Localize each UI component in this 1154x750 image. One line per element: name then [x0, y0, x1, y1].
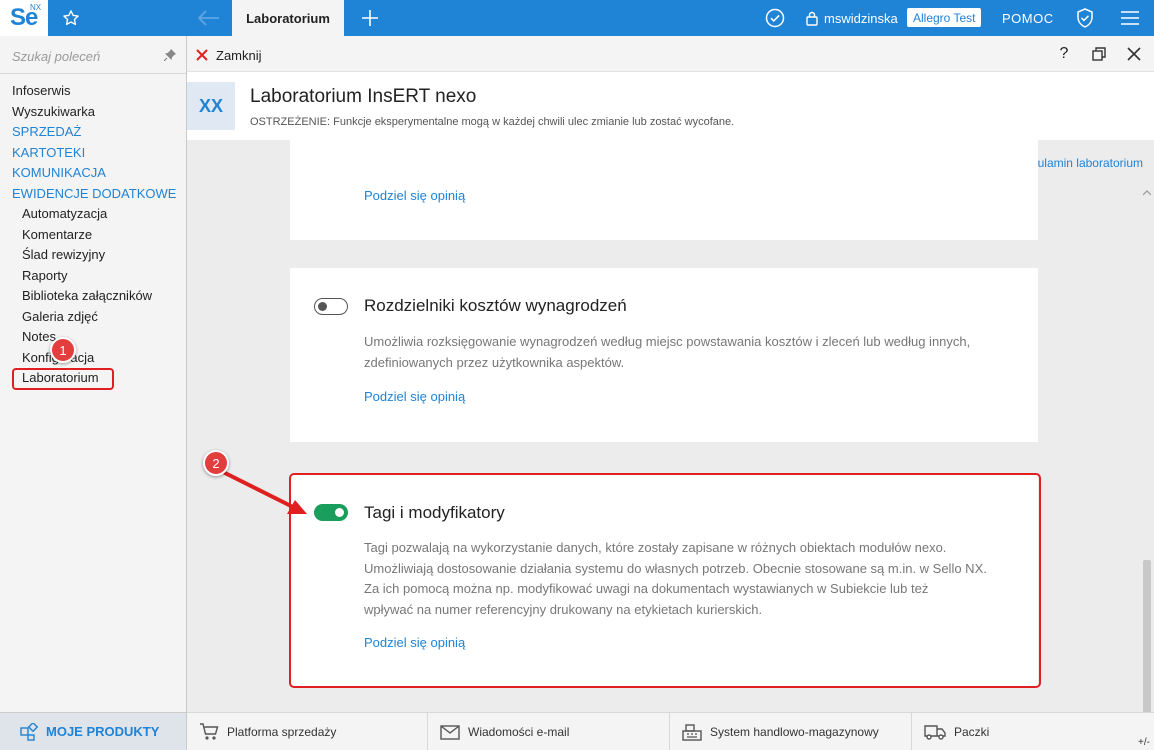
hamburger-menu-icon[interactable] — [1116, 0, 1144, 36]
sidebar-item-infoserwis[interactable]: Infoserwis — [0, 81, 186, 102]
sidebar-section-ewidencje[interactable]: EWIDENCJE DODATKOWE — [0, 184, 186, 205]
main-panel: Zamknij ? XX Laboratorium InsERT nexo OS… — [187, 36, 1154, 750]
sidebar-item-slad-rewizyjny[interactable]: Ślad rewizyjny — [0, 245, 186, 266]
feedback-link[interactable]: Podziel się opinią — [364, 188, 465, 203]
new-tab-plus-icon[interactable] — [356, 0, 384, 36]
cart-icon — [200, 723, 219, 740]
feature-title: Rozdzielniki kosztów wynagrodzeń — [364, 296, 627, 315]
sidebar-nav: Infoserwis Wyszukiwarka SPRZEDAŻ KARTOTE… — [0, 81, 186, 390]
feature-description: Umożliwia rozksięgowanie wynagrodzeń wed… — [364, 332, 1024, 373]
sidebar-item-laboratorium[interactable]: Laboratorium — [0, 368, 186, 390]
sidebar-item-biblioteka[interactable]: Biblioteka załączników — [0, 286, 186, 307]
step-marker-1: 1 — [50, 337, 76, 363]
product-label: Paczki — [954, 725, 990, 739]
product-handlowo-magazynowy[interactable]: System handlowo-magazynowy — [670, 713, 912, 750]
window-toolbar: Zamknij ? — [187, 36, 1154, 72]
truck-icon — [924, 725, 946, 740]
app-logo[interactable]: Se NX — [0, 0, 48, 36]
help-menu[interactable]: POMOC — [1002, 0, 1054, 36]
feature-card-top: Podziel się opinią — [290, 140, 1038, 240]
sidebar-item-raporty[interactable]: Raporty — [0, 266, 186, 287]
sidebar-item-galeria[interactable]: Galeria zdjęć — [0, 307, 186, 328]
product-label: System handlowo-magazynowy — [710, 725, 879, 739]
product-paczki[interactable]: Paczki — [912, 713, 1148, 750]
selection-highlight — [12, 368, 114, 390]
sidebar-item-automatyzacja[interactable]: Automatyzacja — [0, 204, 186, 225]
tab-laboratorium[interactable]: Laboratorium — [232, 0, 344, 36]
feature-card-costs: Rozdzielniki kosztów wynagrodzeń Umożliw… — [290, 268, 1038, 442]
product-platforma[interactable]: Platforma sprzedaży — [187, 713, 428, 750]
help-button[interactable]: ? — [1049, 36, 1079, 72]
sidebar-item-notes[interactable]: Notes — [0, 327, 186, 348]
product-email[interactable]: Wiadomości e-mail — [428, 713, 670, 750]
page-warning: OSTRZEŻENIE: Funkcje eksperymentalne mog… — [250, 116, 735, 128]
content-scrollbar[interactable] — [1140, 180, 1154, 712]
step-marker-2: 2 — [203, 450, 229, 476]
top-bar: Se NX Laboratorium mswidzinska Allegro T… — [0, 0, 1154, 36]
my-products-label: MOJE PRODUKTY — [46, 724, 160, 739]
sidebar-section-sprzedaz[interactable]: SPRZEDAŻ — [0, 122, 186, 143]
logo-superscript: NX — [30, 3, 42, 12]
cash-register-icon — [682, 724, 702, 741]
puzzle-icon — [20, 723, 38, 741]
check-circle-icon[interactable] — [762, 0, 788, 36]
card-highlight — [289, 473, 1041, 688]
user-account[interactable]: mswidzinska — [806, 0, 898, 36]
close-x-icon[interactable] — [196, 49, 208, 64]
toggle-knob — [318, 301, 327, 311]
favorites-star-icon[interactable] — [56, 0, 86, 36]
command-search[interactable]: Szukaj poleceń — [0, 36, 186, 74]
lab-content: Regulamin laboratorium Podziel się opini… — [187, 140, 1154, 712]
product-label: Platforma sprzedaży — [227, 725, 337, 739]
environment-badge: Allegro Test — [907, 8, 982, 27]
search-input[interactable]: Szukaj poleceń — [12, 49, 100, 64]
scroll-up-icon[interactable] — [1143, 190, 1151, 196]
shield-icon[interactable] — [1072, 0, 1098, 36]
products-bar: Platforma sprzedaży Wiadomości e-mail Sy… — [187, 712, 1154, 750]
my-products-button[interactable]: MOJE PRODUKTY — [0, 712, 186, 750]
sidebar: Szukaj poleceń Infoserwis Wyszukiwarka S… — [0, 36, 187, 750]
sidebar-item-komentarze[interactable]: Komentarze — [0, 225, 186, 246]
close-button[interactable]: Zamknij — [216, 48, 262, 63]
lock-icon — [806, 11, 818, 26]
desc-line: Umożliwia rozksięgowanie wynagrodzeń wed… — [364, 334, 971, 349]
restore-window-icon[interactable] — [1084, 36, 1114, 72]
plus-minus-toggle[interactable]: +/- — [1138, 737, 1150, 748]
pin-icon[interactable] — [163, 49, 176, 64]
page-title: Laboratorium InsERT nexo — [250, 86, 477, 107]
module-icon: XX — [187, 82, 235, 130]
sidebar-section-komunikacja[interactable]: KOMUNIKACJA — [0, 163, 186, 184]
mail-icon — [440, 724, 460, 740]
feedback-link[interactable]: Podziel się opinią — [364, 389, 465, 404]
feature-toggle-costs[interactable] — [314, 298, 348, 315]
sidebar-item-konfiguracja[interactable]: Konfiguracja — [0, 348, 186, 369]
username: mswidzinska — [824, 10, 898, 26]
desc-line: zdefiniowanych przez użytkownika aspektó… — [364, 354, 625, 370]
back-arrow-icon[interactable] — [194, 0, 224, 36]
sidebar-item-wyszukiwarka[interactable]: Wyszukiwarka — [0, 102, 186, 123]
product-label: Wiadomości e-mail — [468, 725, 570, 739]
sidebar-section-kartoteki[interactable]: KARTOTEKI — [0, 143, 186, 164]
scroll-thumb[interactable] — [1143, 560, 1151, 712]
close-window-icon[interactable] — [1119, 36, 1149, 72]
